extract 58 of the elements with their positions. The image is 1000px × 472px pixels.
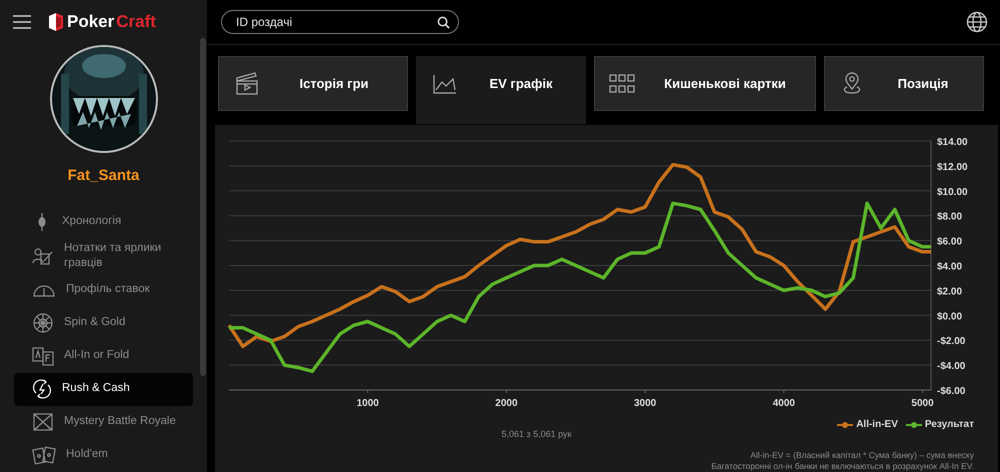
item-label: Профіль ставок <box>66 282 150 298</box>
item-label: Spin & Gold <box>64 315 126 330</box>
tab[interactable]: Позиція <box>824 56 984 112</box>
logo-text: Poker <box>67 11 114 34</box>
search-icon[interactable] <box>437 16 450 29</box>
axis-label: 5000 <box>911 398 934 410</box>
cards-icon <box>32 445 56 466</box>
axis-label: -$6.00 <box>937 386 966 398</box>
axis-label: $2.00 <box>937 286 962 298</box>
sidebar-item[interactable]: Spin & Gold <box>14 306 193 340</box>
logo-icon <box>49 13 63 31</box>
tab[interactable]: EV графік <box>416 56 586 124</box>
item-label: All-In or Fold <box>64 348 130 364</box>
sidebar-item[interactable]: Hold'em <box>14 438 193 472</box>
axis-label: $6.00 <box>937 237 962 248</box>
axis-label: $4.00 <box>937 262 962 273</box>
item-label: Hold'em <box>66 447 108 462</box>
legend-item[interactable]: All-in-EV <box>837 417 898 432</box>
axis-label: -$2.00 <box>937 336 966 348</box>
axis-label: 3000 <box>634 398 656 410</box>
item-label: Mystery Battle Royale <box>64 414 176 430</box>
item-label: Нотатки та ярлики гравців <box>64 240 162 272</box>
logo-text: Craft <box>116 11 156 34</box>
axis-label: $0.00 <box>937 312 962 323</box>
item-label: Хронологія <box>62 214 122 230</box>
axis-label: -$4.00 <box>937 362 966 372</box>
menu-icon[interactable] <box>13 15 31 29</box>
sidebar-item[interactable]: Rush & Cash <box>14 372 193 406</box>
note-pencil-icon <box>32 246 54 266</box>
globe-icon[interactable] <box>966 11 988 34</box>
sidebar-item[interactable]: Профіль ставок <box>14 274 193 307</box>
axis-label: $8.00 <box>937 212 962 224</box>
axis-label: 4000 <box>772 398 795 410</box>
tab[interactable]: Історія гри <box>218 56 408 112</box>
axis-label: 1000 <box>356 398 379 410</box>
sidebar-item[interactable]: Нотатки та ярлики гравців <box>14 238 193 274</box>
axis-label: $12.00 <box>937 162 968 174</box>
username: Fat_Santa <box>66 166 140 186</box>
axis-label: 2000 <box>495 398 518 410</box>
sidebar-item[interactable]: Хронологія <box>14 206 193 238</box>
hand-count: 5,061 з 5,061 рук <box>500 428 572 442</box>
cards-icon <box>32 346 54 366</box>
sidebar-item[interactable]: All-In or Fold <box>14 340 193 373</box>
legend-item[interactable]: Результат <box>906 417 974 432</box>
sidebar-item[interactable]: Mystery Battle Royale <box>14 406 193 439</box>
location-pin-icon <box>841 72 863 96</box>
wheel-icon <box>32 312 54 334</box>
footnote: Багатосторонні ол-ін банки не включаються в розрахунок All-In EV. <box>710 460 974 472</box>
line-chart-icon <box>433 74 457 94</box>
search-field[interactable]: ID роздачі <box>221 10 459 34</box>
rotate-arrows-icon <box>32 379 52 400</box>
grid-icon <box>609 74 635 94</box>
footnote: All-in-EV = (Власний капітал * Сума банку) – сума внеску <box>749 450 974 461</box>
axis-label: $14.00 <box>937 137 968 148</box>
item-label: Rush & Cash <box>62 381 130 396</box>
axis-label: $10.00 <box>937 187 968 198</box>
search-input[interactable]: ID роздачі <box>234 12 437 32</box>
tab[interactable]: Кишенькові картки <box>594 56 816 112</box>
